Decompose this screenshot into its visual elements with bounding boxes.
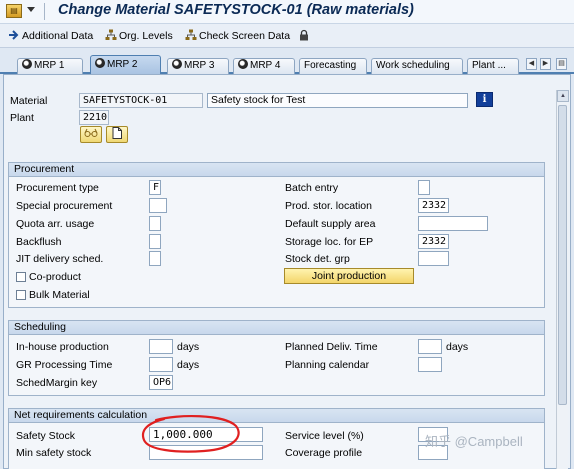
application-toolbar: Additional Data Org. Levels Check Screen… [0,24,574,48]
special-procurement-field[interactable] [149,198,167,213]
additional-data-label: Additional Data [22,30,94,42]
lock-icon [300,29,308,41]
plant-label: Plant [10,112,34,124]
backflush-label: Backflush [16,236,62,248]
procurement-type-field[interactable]: F [149,180,161,195]
stock-det-grp-label: Stock det. grp [285,253,350,265]
inhouse-days-label: days [177,341,200,353]
schedmargin-key-label: SchedMargin key [16,377,98,389]
lock-button[interactable] [298,28,312,44]
scroll-thumb[interactable] [558,105,567,405]
check-screen-data-button[interactable]: Check Screen Data [185,28,290,44]
tab-label: Work scheduling [376,60,450,71]
tab-plant-more[interactable]: Plant ... [467,58,519,74]
scroll-up-icon[interactable]: ▲ [557,90,569,102]
special-procurement-label: Special procurement [16,200,113,212]
net-requirements-title: Net requirements calculation [9,409,544,423]
default-supply-area-label: Default supply area [285,218,376,230]
bulk-material-label: Bulk Material [29,289,90,301]
batch-entry-label: Batch entry [285,182,339,194]
bulk-material-checkbox[interactable] [16,290,26,300]
tab-mrp-1[interactable]: MRP 1 [17,58,83,74]
inhouse-production-field[interactable] [149,339,173,354]
glasses-icon [84,128,98,137]
highlight-circle [141,414,240,453]
gr-processing-label: GR Processing Time [16,359,113,371]
storage-loc-ep-field[interactable]: 2332 [418,234,449,249]
dropdown-arrow-icon[interactable] [27,7,35,12]
material-description-field[interactable]: Safety stock for Test [207,93,468,108]
planning-calendar-label: Planning calendar [285,359,370,371]
document-icon [112,127,122,139]
tab-label: Plant ... [472,60,506,71]
safety-stock-label: Safety Stock [16,430,75,442]
org-levels-label: Org. Levels [119,30,173,42]
tab-strip: MRP 1 MRP 2 MRP 3 MRP 4 Forecasting Work… [0,52,574,74]
plant-field: 2210 [79,110,109,125]
glasses-button[interactable] [80,126,102,143]
tab-list-icon[interactable]: ▤ [556,58,567,70]
org-check-icon [185,29,197,40]
watermark: 知乎 @Campbell [425,434,523,449]
additional-data-button[interactable]: Additional Data [8,28,93,44]
title-bar: ▤ Change Material SAFETYSTOCK-01 (Raw ma… [0,0,574,24]
prod-stor-location-field[interactable]: 2332 [418,198,449,213]
quota-usage-label: Quota arr. usage [16,218,95,230]
storage-loc-ep-label: Storage loc. for EP [285,236,374,248]
planned-deliv-days-label: days [446,341,469,353]
tab-work-scheduling[interactable]: Work scheduling [371,58,463,74]
service-level-label: Service level (%) [285,430,364,442]
title-separator [44,3,45,20]
stock-det-grp-field[interactable] [418,251,449,266]
coverage-profile-label: Coverage profile [285,447,363,459]
scheduling-title: Scheduling [9,321,544,335]
checkmark-icon [172,59,182,69]
backflush-field[interactable] [149,234,161,249]
material-field: SAFETYSTOCK-01 [79,93,203,108]
checkmark-icon [95,58,105,68]
arrow-right-icon [9,30,19,40]
org-structure-icon [105,29,117,40]
joint-production-button[interactable]: Joint production [284,268,414,284]
tab-mrp-3[interactable]: MRP 3 [167,58,229,74]
tab-label: MRP 1 [34,60,65,71]
schedmargin-key-field[interactable]: OP6 [149,375,173,390]
tab-mrp-2[interactable]: MRP 2 [90,55,161,74]
batch-entry-field[interactable] [418,180,430,195]
tab-scroll-right-icon[interactable]: ▶ [540,58,551,70]
jit-delivery-label: JIT delivery sched. [16,253,104,265]
gr-processing-field[interactable] [149,357,173,372]
info-icon[interactable]: i [476,92,493,107]
inhouse-production-label: In-house production [16,341,109,353]
new-document-button[interactable] [106,126,128,143]
jit-delivery-field[interactable] [149,251,161,266]
tab-scroll-left-icon[interactable]: ◀ [526,58,537,70]
tab-forecasting[interactable]: Forecasting [299,58,367,74]
tab-label: MRP 4 [250,60,281,71]
tab-label: MRP 2 [107,59,138,70]
procurement-type-label: Procurement type [16,182,99,194]
default-supply-area-field[interactable] [418,216,488,231]
check-screen-data-label: Check Screen Data [199,30,291,42]
tab-label: Forecasting [304,60,357,71]
procurement-title: Procurement [9,163,544,177]
checkmark-icon [238,59,248,69]
system-menu-icon[interactable]: ▤ [6,4,22,18]
prod-stor-location-label: Prod. stor. location [285,200,372,212]
vertical-scrollbar[interactable]: ▲ [556,90,569,469]
tab-mrp-4[interactable]: MRP 4 [233,58,295,74]
min-safety-stock-label: Min safety stock [16,447,92,459]
org-levels-button[interactable]: Org. Levels [105,28,173,44]
gr-days-label: days [177,359,200,371]
checkmark-icon [22,59,32,69]
coproduct-label: Co-product [29,271,81,283]
tab-label: MRP 3 [184,60,215,71]
coproduct-checkbox[interactable] [16,272,26,282]
planning-calendar-field[interactable] [418,357,442,372]
material-label: Material [10,95,48,107]
window-title: Change Material SAFETYSTOCK-01 (Raw mate… [58,2,414,18]
planned-deliv-time-field[interactable] [418,339,442,354]
planned-deliv-time-label: Planned Deliv. Time [285,341,378,353]
quota-usage-field[interactable] [149,216,161,231]
